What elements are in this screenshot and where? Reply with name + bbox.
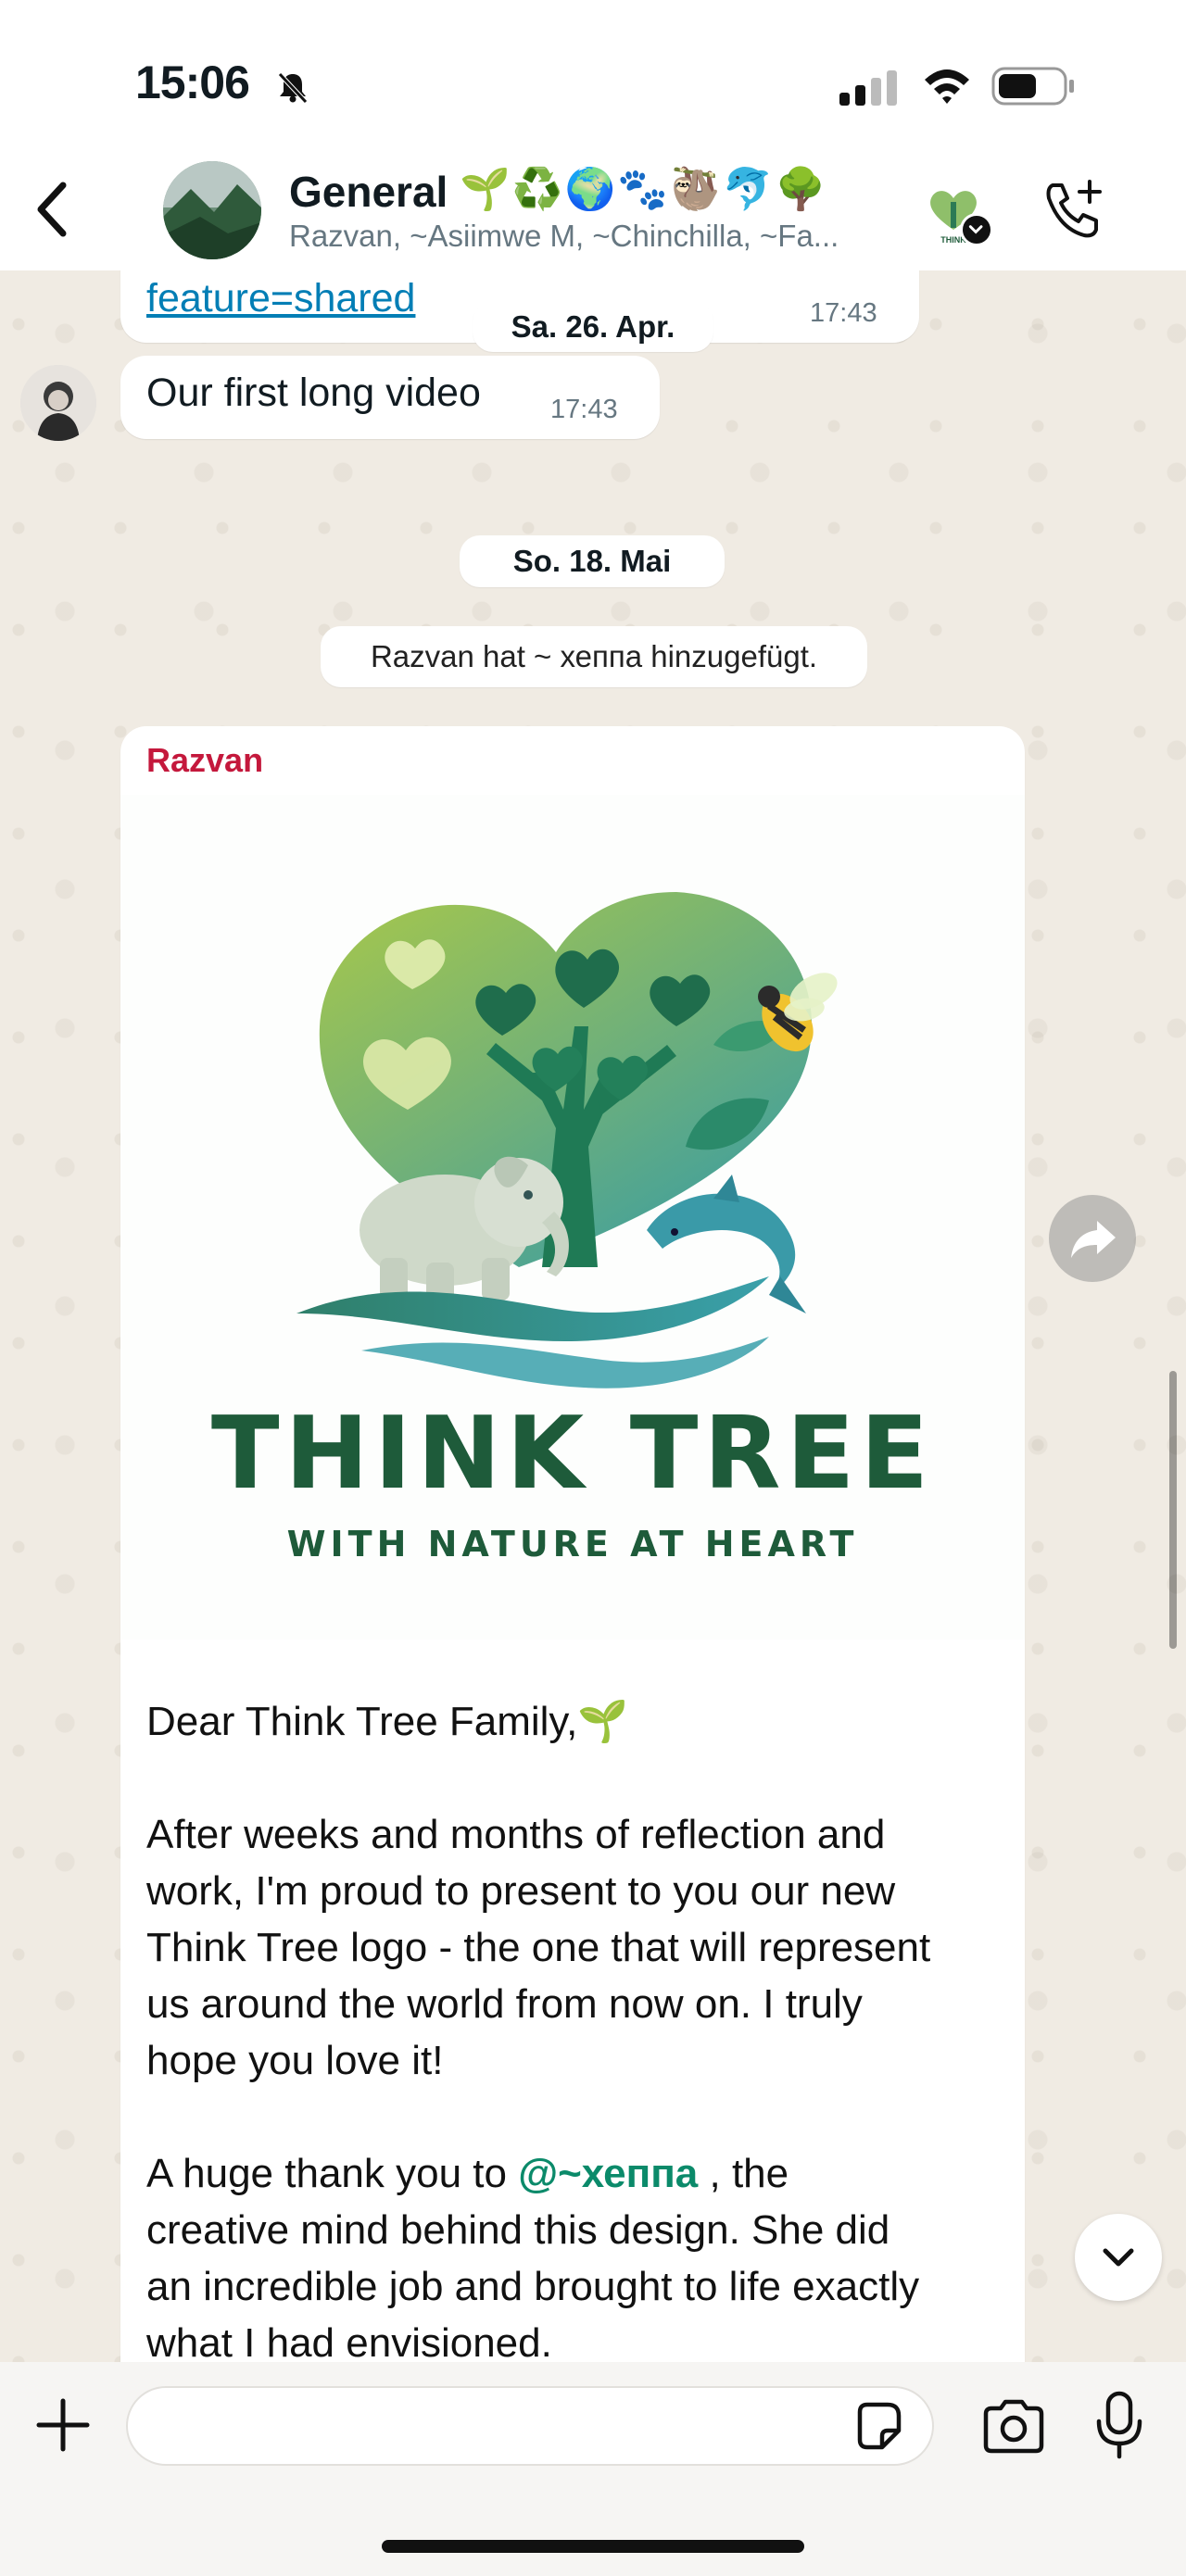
seedling-emoji: 🌱	[577, 1699, 629, 1744]
greeting-line: Dear Think Tree Family,🌱	[146, 1693, 628, 1750]
text-line: Think Tree logo - the one that will repr…	[146, 1925, 931, 1970]
message-time: 17:43	[810, 298, 877, 328]
message-text: Our first long video	[146, 371, 481, 415]
paragraph-2: A huge thank you to @~хеппа , the creati…	[146, 2145, 919, 2371]
forward-button[interactable]	[1049, 1195, 1136, 1282]
cellular-signal-icon	[839, 70, 897, 106]
group-members-subtitle[interactable]: Razvan, ~Asiimwe M, ~Chinchilla, ~Fa...	[289, 219, 839, 254]
message-input[interactable]	[126, 2386, 934, 2466]
battery-icon	[991, 67, 1074, 106]
text-fragment: , the	[698, 2151, 789, 2196]
group-avatar-image	[163, 161, 261, 259]
title-emojis: 🌱♻️🌍🐾🦥🐬🌳	[460, 167, 828, 212]
text-line: hope you love it!	[146, 2038, 444, 2083]
logo-tagline: WITH NATURE AT HEART	[287, 1524, 859, 1564]
home-indicator[interactable]	[382, 2540, 804, 2553]
message-time: 17:43	[550, 395, 618, 424]
bell-slash-icon	[278, 72, 308, 104]
add-call-button[interactable]	[1040, 176, 1106, 243]
group-avatar[interactable]	[163, 161, 261, 259]
status-time: 15:06	[135, 57, 250, 108]
sticker-button[interactable]	[851, 2399, 904, 2453]
message-link[interactable]: feature=shared	[146, 276, 415, 321]
greeting-text: Dear Think Tree Family,	[146, 1699, 578, 1744]
attach-plus-button[interactable]	[33, 2395, 93, 2455]
sender-name[interactable]: Razvan	[146, 741, 263, 780]
text-line: After weeks and months of reflection and	[146, 1812, 886, 1857]
wifi-icon	[925, 69, 969, 104]
text-line: creative mind behind this design. She di…	[146, 2207, 890, 2253]
scrollbar[interactable]	[1169, 1371, 1177, 1649]
camera-button[interactable]	[980, 2397, 1047, 2455]
status-bar: 15:06	[0, 0, 1186, 157]
chevron-down-icon	[1103, 2248, 1134, 2267]
text-line: us around the world from now on. I truly	[146, 1981, 863, 2027]
text-line: work, I'm proud to present to you our ne…	[146, 1868, 896, 1914]
scroll-to-bottom-button[interactable]	[1075, 2214, 1162, 2301]
group-title[interactable]: General	[289, 167, 448, 217]
think-tree-logo-image[interactable]: THINK TREE WITH NATURE AT HEART	[120, 795, 1025, 1640]
sender-avatar[interactable]	[20, 365, 96, 441]
mention-link[interactable]: @~хеппа	[518, 2151, 698, 2196]
paragraph-1: After weeks and months of reflection and…	[146, 1806, 930, 2089]
system-message: Razvan hat ~ хеппа hinzugefügt.	[321, 626, 867, 687]
text-line: an incredible job and brought to life ex…	[146, 2264, 920, 2309]
text-line: A huge thank you to @~хеппа , the	[146, 2145, 919, 2202]
date-chip: So. 18. Mai	[460, 535, 725, 587]
sender-avatar-image	[20, 365, 96, 441]
logo-title: THINK TREE	[211, 1396, 934, 1512]
date-chip: Sa. 26. Apr.	[473, 302, 713, 352]
text-fragment: A huge thank you to	[146, 2151, 519, 2196]
microphone-button[interactable]	[1093, 2390, 1145, 2460]
chevron-badge-icon	[960, 213, 993, 246]
back-button[interactable]	[26, 172, 82, 246]
forward-arrow-icon	[1071, 1221, 1116, 1258]
